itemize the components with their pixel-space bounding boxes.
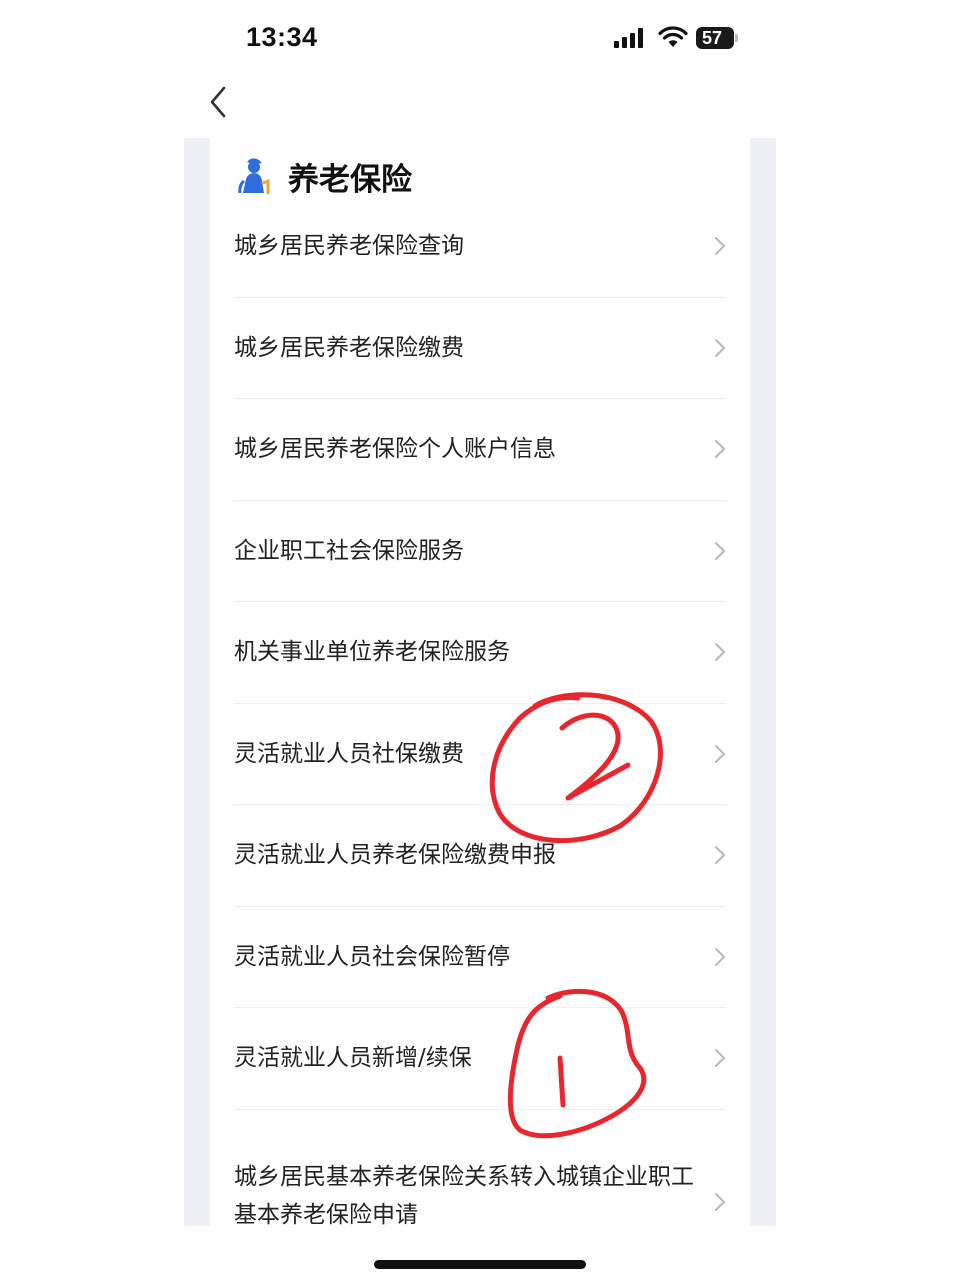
screen: 13:34 57 养老保险 城乡居民养老保险查询 城乡居民养老保险缴费 城乡居民… (0, 0, 960, 1280)
chevron-right-icon (715, 744, 726, 763)
menu-item-flexible-insurance-payment[interactable]: 灵活就业人员社保缴费 (234, 704, 726, 805)
background-strip-left (184, 138, 210, 1226)
wifi-icon (658, 26, 688, 47)
chevron-right-icon (715, 846, 726, 865)
menu-item-institution-pension[interactable]: 机关事业单位养老保险服务 (234, 602, 726, 704)
chevron-right-icon (715, 643, 726, 662)
menu-item-label: 城乡居民养老保险缴费 (234, 334, 464, 361)
menu-item-resident-pension-payment[interactable]: 城乡居民养老保险缴费 (234, 298, 726, 399)
menu-item-label: 灵活就业人员新增/续保 (234, 1045, 472, 1072)
chevron-right-icon (715, 237, 726, 255)
chevron-left-icon (210, 86, 226, 118)
menu-item-label: 城乡居民养老保险个人账户信息 (234, 436, 556, 463)
menu-item-flexible-pension-declaration[interactable]: 灵活就业人员养老保险缴费申报 (234, 805, 726, 907)
home-indicator[interactable] (374, 1260, 586, 1269)
chevron-right-icon (715, 338, 726, 357)
chevron-right-icon (715, 1049, 726, 1068)
cellular-signal-icon (614, 28, 643, 48)
status-icons: 57 (614, 26, 738, 52)
menu-item-label: 灵活就业人员社会保险暂停 (234, 943, 510, 970)
menu-item-label: 城乡居民养老保险查询 (234, 233, 464, 259)
chevron-right-icon (715, 541, 726, 560)
status-time: 13:34 (246, 22, 318, 52)
background-strip-right (750, 138, 776, 1226)
menu-item-enterprise-insurance[interactable]: 企业职工社会保险服务 (234, 501, 726, 602)
menu-item-label: 城乡居民基本养老保险关系转入城镇企业职工基本养老保险申请 (234, 1163, 694, 1228)
battery-icon: 57 (696, 27, 738, 49)
menu-list: 城乡居民养老保险查询 城乡居民养老保险缴费 城乡居民养老保险个人账户信息 企业职… (234, 196, 726, 1270)
chevron-right-icon (715, 947, 726, 966)
elderly-person-icon (238, 158, 270, 195)
menu-item-flexible-new-renew[interactable]: 灵活就业人员新增/续保 (234, 1008, 726, 1110)
menu-item-label: 企业职工社会保险服务 (234, 537, 464, 564)
menu-item-resident-pension-query[interactable]: 城乡居民养老保险查询 (234, 196, 726, 298)
menu-item-label: 灵活就业人员社保缴费 (234, 740, 464, 767)
menu-item-resident-pension-account[interactable]: 城乡居民养老保险个人账户信息 (234, 399, 726, 501)
pension-card: 养老保险 城乡居民养老保险查询 城乡居民养老保险缴费 城乡居民养老保险个人账户信… (210, 138, 750, 1228)
back-button[interactable] (200, 82, 240, 122)
chevron-right-icon (715, 440, 726, 459)
section-title: 养老保险 (288, 161, 412, 198)
chevron-right-icon (715, 1192, 726, 1211)
menu-item-label: 灵活就业人员养老保险缴费申报 (234, 842, 556, 869)
menu-item-pension-transfer-application[interactable]: 城乡居民基本养老保险关系转入城镇企业职工基本养老保险申请 (234, 1110, 726, 1270)
menu-item-label: 机关事业单位养老保险服务 (234, 639, 510, 666)
menu-item-flexible-insurance-suspend[interactable]: 灵活就业人员社会保险暂停 (234, 907, 726, 1008)
